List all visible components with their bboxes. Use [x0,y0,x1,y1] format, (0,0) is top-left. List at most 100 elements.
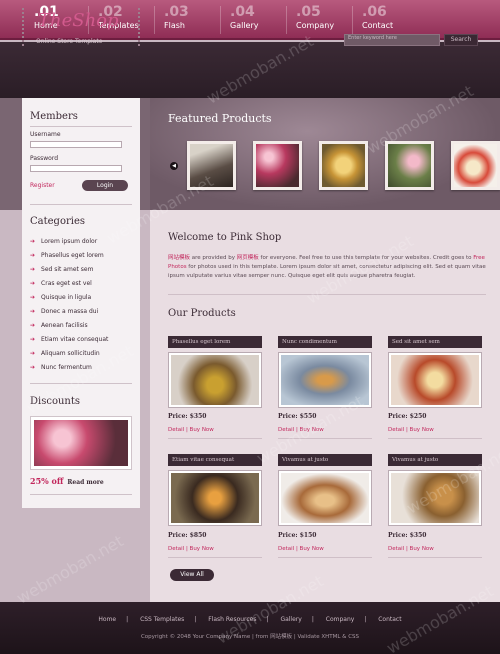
category-item[interactable]: ➔ Aliquam sollicitudin [30,350,100,357]
prev-arrow-icon[interactable]: ◀ [170,162,178,170]
arrow-right-icon: ➔ [30,280,36,287]
featured-thumb[interactable] [253,141,302,190]
password-field[interactable] [30,165,122,172]
footer-link-home[interactable]: Home [98,616,116,623]
divider [168,557,262,558]
category-item[interactable]: ➔ Etiam vitae consequat [30,336,108,343]
divider [168,438,262,439]
product-price: Price: $150 [278,532,317,539]
products-title: Our Products [168,308,236,319]
logo[interactable]: TheShop [38,10,119,31]
logo-subtitle: Online Store Template [36,38,103,45]
nav-label: Contact [362,21,394,30]
divider [168,294,486,295]
welcome-title: Welcome to Pink Shop [168,232,282,243]
featured-thumb[interactable] [385,141,434,190]
category-item[interactable]: ➔ Aenean facilisis [30,322,88,329]
product-image[interactable] [278,352,372,408]
featured-thumb[interactable] [319,141,368,190]
divider [30,494,132,495]
category-item[interactable]: ➔ Cras eget est vel [30,280,92,287]
username-field[interactable] [30,141,122,148]
category-item[interactable]: ➔ Quisque in ligula [30,294,91,301]
view-all-button[interactable]: View All [170,569,214,581]
nav-contact[interactable]: .06 Contact [362,4,428,38]
arrow-right-icon: ➔ [30,252,36,259]
category-item[interactable]: ➔ Phasellus eget lorem [30,252,104,259]
product-photo [281,355,369,405]
footer-link-company[interactable]: Company [326,616,355,623]
featured-image [454,144,497,187]
featured-image [388,144,431,187]
featured-image [190,144,233,187]
footer-link-templates[interactable]: CSS Templates [140,616,184,623]
read-more-link[interactable]: Read more [67,479,103,486]
product-links[interactable]: Detail | Buy Now [278,546,324,552]
product-name: Phasellus eget lorem [168,336,262,348]
product-name: Sed sit amet sem [388,336,482,348]
header [0,42,500,98]
divider [388,557,482,558]
category-item[interactable]: ➔ Donec a massa dui [30,308,98,315]
product-price: Price: $350 [388,532,427,539]
password-label: Password [30,155,59,162]
nav-divider [220,6,221,34]
product-name: Vivamus at justo [278,454,372,466]
featured-image [322,144,365,187]
product-photo [391,355,479,405]
product-image[interactable] [278,470,372,526]
arrow-right-icon: ➔ [30,266,36,273]
arrow-right-icon: ➔ [30,350,36,357]
link[interactable]: 网站模板 [168,255,190,261]
product-price: Price: $850 [168,532,207,539]
username-label: Username [30,131,61,138]
divider [278,557,372,558]
footer-link-contact[interactable]: Contact [378,616,401,623]
search-input[interactable]: Enter keyword here [344,34,440,46]
divider [30,126,132,127]
product-name: Nunc condimentum [278,336,372,348]
nav-number: .06 [362,4,387,20]
footer-link-flash[interactable]: Flash Resources [208,616,256,623]
search-button[interactable]: Search [444,34,478,46]
category-item[interactable]: ➔ Sed sit amet sem [30,266,93,273]
welcome-text: 网站模板 are provided by 网页模板 for everyone. … [168,255,486,279]
featured-thumb[interactable] [187,141,236,190]
link[interactable]: 网页模板 [237,255,259,261]
featured-title: Featured Products [168,112,272,125]
product-links[interactable]: Detail | Buy Now [278,427,324,433]
register-link[interactable]: Register [30,182,55,189]
discount-value: 25% off [30,476,64,486]
product-image[interactable] [168,470,262,526]
category-item[interactable]: ➔ Lorem ipsum dolor [30,238,97,245]
product-photo [281,473,369,523]
nav-divider [352,6,353,34]
category-item[interactable]: ➔ Nunc fermentum [30,364,92,371]
product-photo [171,473,259,523]
footer [0,602,500,654]
footer-link-gallery[interactable]: Gallery [280,616,301,623]
arrow-right-icon: ➔ [30,294,36,301]
product-links[interactable]: Detail | Buy Now [168,427,214,433]
product-links[interactable]: Detail | Buy Now [388,546,434,552]
product-image[interactable] [168,352,262,408]
footer-links: Home | CSS Templates | Flash Resources | Ga… [98,616,402,623]
discount-text: 25% off Read more [30,476,104,486]
divider [30,204,132,205]
discount-image[interactable] [30,416,132,470]
product-photo [391,473,479,523]
divider [388,438,482,439]
product-links[interactable]: Detail | Buy Now [168,546,214,552]
categories-title: Categories [30,216,85,227]
featured-thumb[interactable] [451,141,500,190]
nav-divider [286,6,287,34]
product-photo [171,355,259,405]
divider [278,438,372,439]
arrow-right-icon: ➔ [30,364,36,371]
product-image[interactable] [388,352,482,408]
arrow-right-icon: ➔ [30,308,36,315]
product-image[interactable] [388,470,482,526]
featured-image [256,144,299,187]
product-links[interactable]: Detail | Buy Now [388,427,434,433]
login-button[interactable]: Login [82,180,128,191]
